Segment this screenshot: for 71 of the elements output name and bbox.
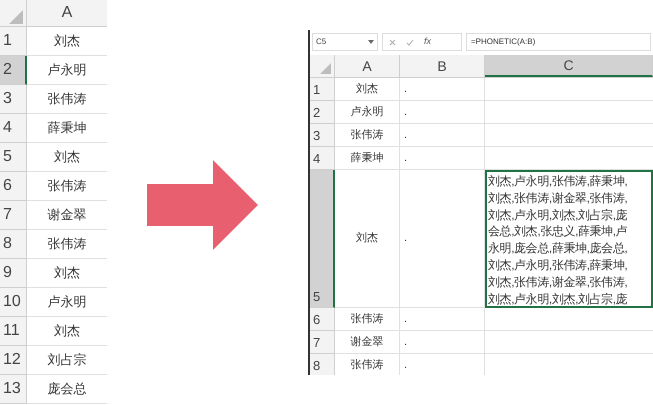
table-cell: 谢金翠 [27,201,107,230]
table-cell: 刘占宗 [27,346,107,375]
select-all-icon[interactable] [9,10,23,24]
table-cell: 庞会总 [27,375,107,404]
row-header[interactable]: 2 [310,101,335,124]
table-cell: . [400,331,485,354]
table-cell: 张伟涛 [335,308,400,331]
table-cell: . [400,101,485,124]
table-cell: 刘杰 [27,259,107,288]
row-header[interactable]: 4 [0,114,27,143]
table-cell: 刘杰 [335,78,400,101]
table-cell: 张伟涛 [27,85,107,114]
row-header[interactable]: 3 [310,124,335,147]
table-cell: . [400,78,485,101]
arrow-icon [147,160,258,250]
table-cell: 薛秉坤 [27,114,107,143]
selected-cell[interactable]: 刘杰,卢永明,张伟涛,薛秉坤, 刘杰,张伟涛,谢金翠,张伟涛, 刘杰,卢永明,刘杰,刘占宗,庞 会总,刘杰,张忠义,薛秉坤,卢 永明,庞会总,薛秉坤,庞会总, 刘杰,卢永明,张伟涛,薛秉坤, 刘杰,张伟涛,谢金翠,张伟涛, 刘杰,卢永明,刘杰,刘占宗,庞 [485,170,653,308]
row-header[interactable]: 5 [0,143,27,172]
table-cell: 刘杰 [27,143,107,172]
cell-text-line: 刘杰,张伟涛,谢金翠,张伟涛, [488,274,628,291]
table-cell: . [400,170,485,308]
table-cell: . [400,147,485,170]
name-box[interactable]: C5 [312,33,378,51]
table-cell: . [400,308,485,331]
row-header[interactable]: 9 [0,259,27,288]
name-box-text: C5 [316,36,326,48]
row-header[interactable]: 3 [0,85,27,114]
table-cell: 张伟涛 [27,230,107,259]
row-header[interactable]: 8 [0,230,27,259]
insert-function-button[interactable]: fx [424,35,432,49]
table-cell: 张伟涛 [335,124,400,147]
table-cell: 张伟涛 [335,354,400,375]
check-icon[interactable] [406,38,414,46]
formula-field[interactable]: =PHONETIC(A:B) [466,33,651,51]
cancel-icon[interactable] [389,38,396,46]
row-header[interactable]: 1 [310,78,335,101]
table-cell: . [400,354,485,375]
table-cell: 张伟涛 [27,172,107,201]
column-header[interactable]: A [335,55,400,77]
row-header[interactable]: 4 [310,147,335,170]
table-cell: 卢永明 [27,288,107,317]
row-header[interactable]: 5 [310,170,335,308]
row-header[interactable]: 1 [0,27,27,56]
table-cell: 卢永明 [27,56,107,85]
table-cell: 薛秉坤 [335,147,400,170]
select-all-icon[interactable] [320,63,331,74]
row-header[interactable]: 13 [0,375,27,404]
table-cell: 刘杰 [27,317,107,346]
row-header[interactable]: 6 [0,172,27,201]
table-cell: 卢永明 [335,101,400,124]
row-header[interactable]: 7 [0,201,27,230]
row-header[interactable]: 6 [310,308,335,331]
column-header[interactable]: C [485,55,653,77]
cell-text-line: 刘杰,卢永明,张伟涛,薛秉坤, [488,256,628,274]
row-header[interactable]: 7 [310,331,335,354]
table-cell: 刘杰 [335,170,400,308]
cell-text-line: 刘杰,张伟涛,谢金翠,张伟涛, [488,190,628,207]
cell-text-line: 会总,刘杰,张忠义,薛秉坤,卢 [488,223,628,240]
cell-text-line: 永明,庞会总,薛秉坤,庞会总, [488,240,628,257]
cell-text-line: 刘杰,卢永明,刘杰,刘占宗,庞 [488,206,628,224]
table-cell: . [400,124,485,147]
table-cell: 谢金翠 [335,331,400,354]
row-header[interactable]: 11 [0,317,27,346]
row-header[interactable]: 2 [0,56,27,85]
cell-text-line: 刘杰,卢永明,刘杰,刘占宗,庞 [488,290,628,308]
row-header[interactable]: 8 [310,354,335,375]
row-header[interactable]: 12 [0,346,27,375]
row-header[interactable]: 10 [0,288,27,317]
cell-text-line: 刘杰,卢永明,张伟涛,薛秉坤, [488,173,628,190]
caret-icon[interactable] [368,40,374,44]
table-cell: 刘杰 [27,27,107,56]
